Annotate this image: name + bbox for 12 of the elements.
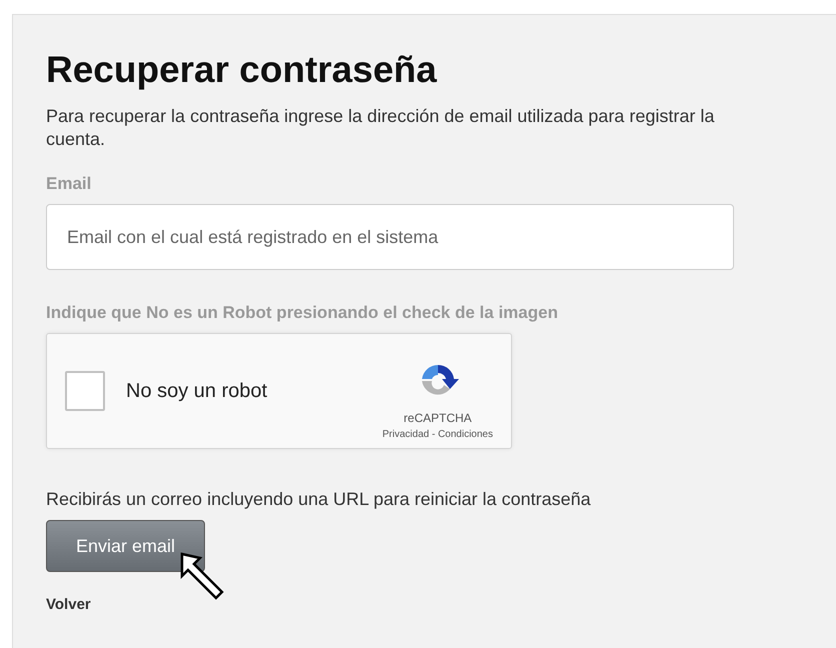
back-link[interactable]: Volver — [46, 596, 836, 613]
email-label: Email — [46, 174, 92, 194]
send-email-button[interactable]: Enviar email — [46, 520, 205, 572]
email-note: Recibirás un correo incluyendo una URL para reiniciar la contraseña — [46, 489, 592, 510]
intro-text: Para recuperar la contraseña ingrese la dirección de email utilizada para registrar la cuenta. — [46, 105, 716, 151]
page-title: Recuperar contraseña — [46, 49, 438, 91]
captcha-label: Indique que No es un Robot presionando el check de la imagen — [46, 303, 559, 323]
captcha-checkbox[interactable] — [65, 371, 105, 411]
checkbox-label: No soy un robot — [126, 380, 268, 402]
privacy-terms-links[interactable]: Privacidad - Condiciones — [382, 429, 493, 440]
recaptcha-brand: reCAPTCHA — [404, 411, 472, 425]
email-field[interactable]: Email con el cual está registrado en el sistema — [46, 204, 734, 270]
